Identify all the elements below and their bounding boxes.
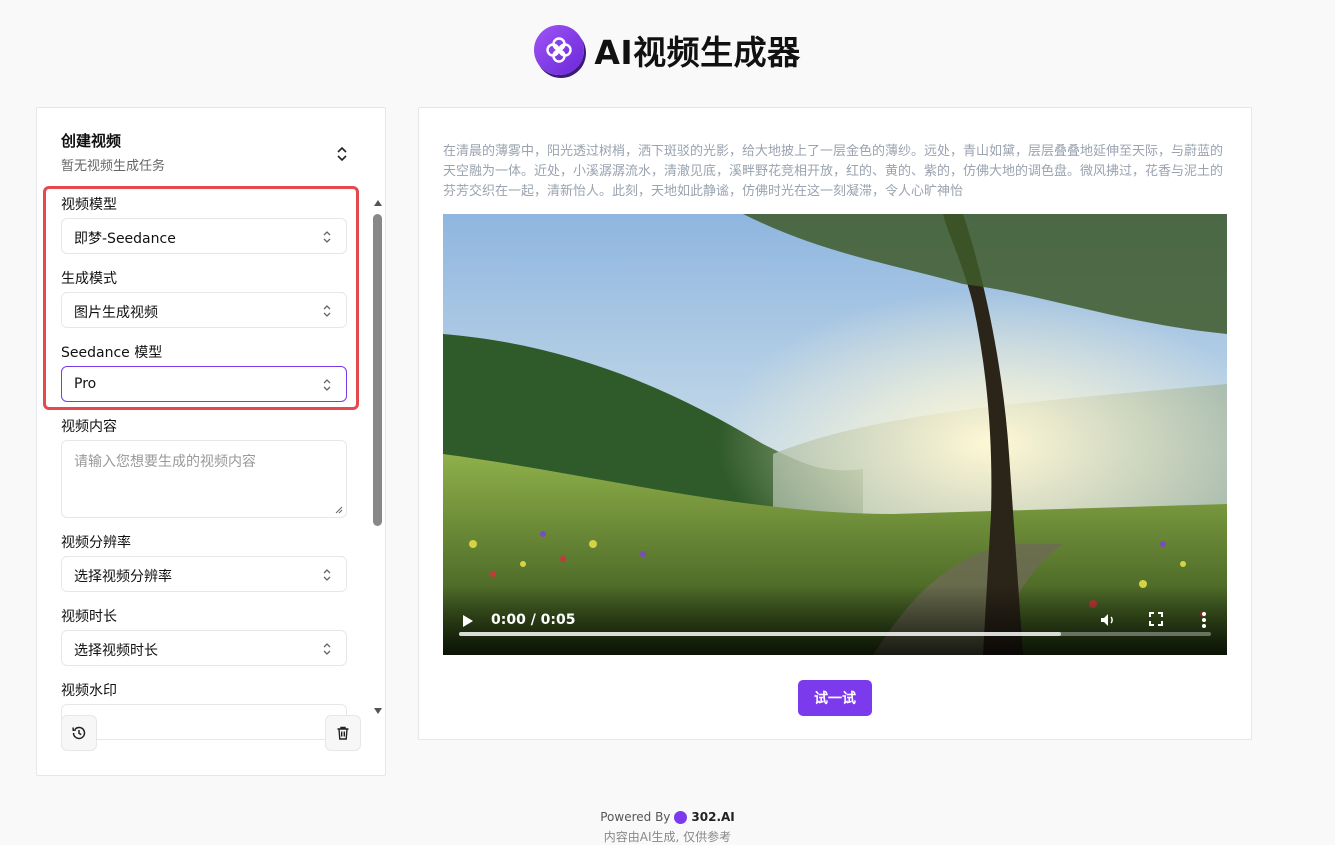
scroll-down-arrow-icon[interactable] [374,708,382,714]
resolution-value: 选择视频分辨率 [74,569,172,585]
resolution-select[interactable]: 选择视频分辨率 [61,556,347,592]
form-scroll-area[interactable]: 视频模型 即梦-Seedance 生成模式 图片生成视频 Seedance 模型… [37,186,387,786]
footer: Powered By 302.AI 内容由AI生成, 仅供参考 [0,810,1335,845]
create-video-panel: 创建视频 暂无视频生成任务 视频模型 即梦-Seedance 生成模式 图片生成… [36,107,386,776]
panel-subtitle: 暂无视频生成任务 [61,159,166,174]
video-content-textarea[interactable]: 请输入您想要生成的视频内容 [61,440,347,518]
chevron-up-down-icon [323,643,331,655]
watermark-select[interactable] [61,704,347,740]
ai-disclaimer: 内容由AI生成, 仅供参考 [603,830,732,844]
scroll-thumb[interactable] [373,214,382,526]
video-controls: 0:00 / 0:05 [443,585,1227,655]
video-content-label: 视频内容 [61,419,117,435]
scroll-up-arrow-icon[interactable] [374,200,382,206]
video-model-label: 视频模型 [61,197,117,213]
seedance-model-select[interactable]: Pro [61,366,347,402]
generate-mode-label: 生成模式 [61,271,117,287]
powered-by: Powered By 302.AI [0,810,1335,824]
duration-label: 视频时长 [61,609,117,625]
scrollbar[interactable] [373,200,383,714]
app-header: AI视频生成器 [0,24,1335,76]
powered-by-text: Powered By [600,810,671,824]
brand-logo-icon [674,810,688,824]
volume-icon[interactable] [1099,611,1117,629]
try-button[interactable]: 试一试 [798,680,872,716]
expand-collapse-icon[interactable] [335,146,349,162]
video-progress-track[interactable] [459,632,1211,636]
result-panel: 在清晨的薄雾中，阳光透过树梢，洒下斑驳的光影，给大地披上了一层金色的薄纱。远处，… [418,107,1252,740]
app-title: AI视频生成器 [594,33,801,72]
duration-select[interactable]: 选择视频时长 [61,630,347,666]
fullscreen-icon[interactable] [1149,612,1163,626]
prompt-text: 在清晨的薄雾中，阳光透过树梢，洒下斑驳的光影，给大地披上了一层金色的薄纱。远处，… [443,144,1224,199]
chevron-up-down-icon [323,305,331,317]
more-options-icon[interactable] [1201,611,1207,629]
trash-icon [337,726,349,740]
chevron-up-down-icon [323,379,331,391]
video-model-select[interactable]: 即梦-Seedance [61,218,347,254]
video-content-placeholder: 请输入您想要生成的视频内容 [74,454,256,470]
duration-value: 选择视频时长 [74,643,158,659]
history-button[interactable] [61,715,97,751]
generate-mode-select[interactable]: 图片生成视频 [61,292,347,328]
resolution-label: 视频分辨率 [61,535,131,551]
video-player[interactable]: 0:00 / 0:05 [443,214,1227,655]
app-logo-icon [534,25,585,75]
generate-mode-value: 图片生成视频 [74,305,158,321]
resize-grip-icon[interactable] [335,506,343,514]
video-time: 0:00 / 0:05 [491,612,576,628]
chevron-up-down-icon [323,569,331,581]
watermark-label: 视频水印 [61,683,117,699]
brand-link[interactable]: 302.AI [691,810,734,824]
chevron-up-down-icon [323,231,331,243]
seedance-model-value: Pro [74,376,97,392]
play-icon[interactable] [463,615,473,627]
video-model-value: 即梦-Seedance [74,231,176,247]
video-progress-fill [459,632,1061,636]
history-icon [72,726,86,740]
panel-header: 创建视频 暂无视频生成任务 [61,130,361,174]
panel-title: 创建视频 [61,132,122,150]
delete-button[interactable] [325,715,361,751]
seedance-model-label: Seedance 模型 [61,345,163,361]
